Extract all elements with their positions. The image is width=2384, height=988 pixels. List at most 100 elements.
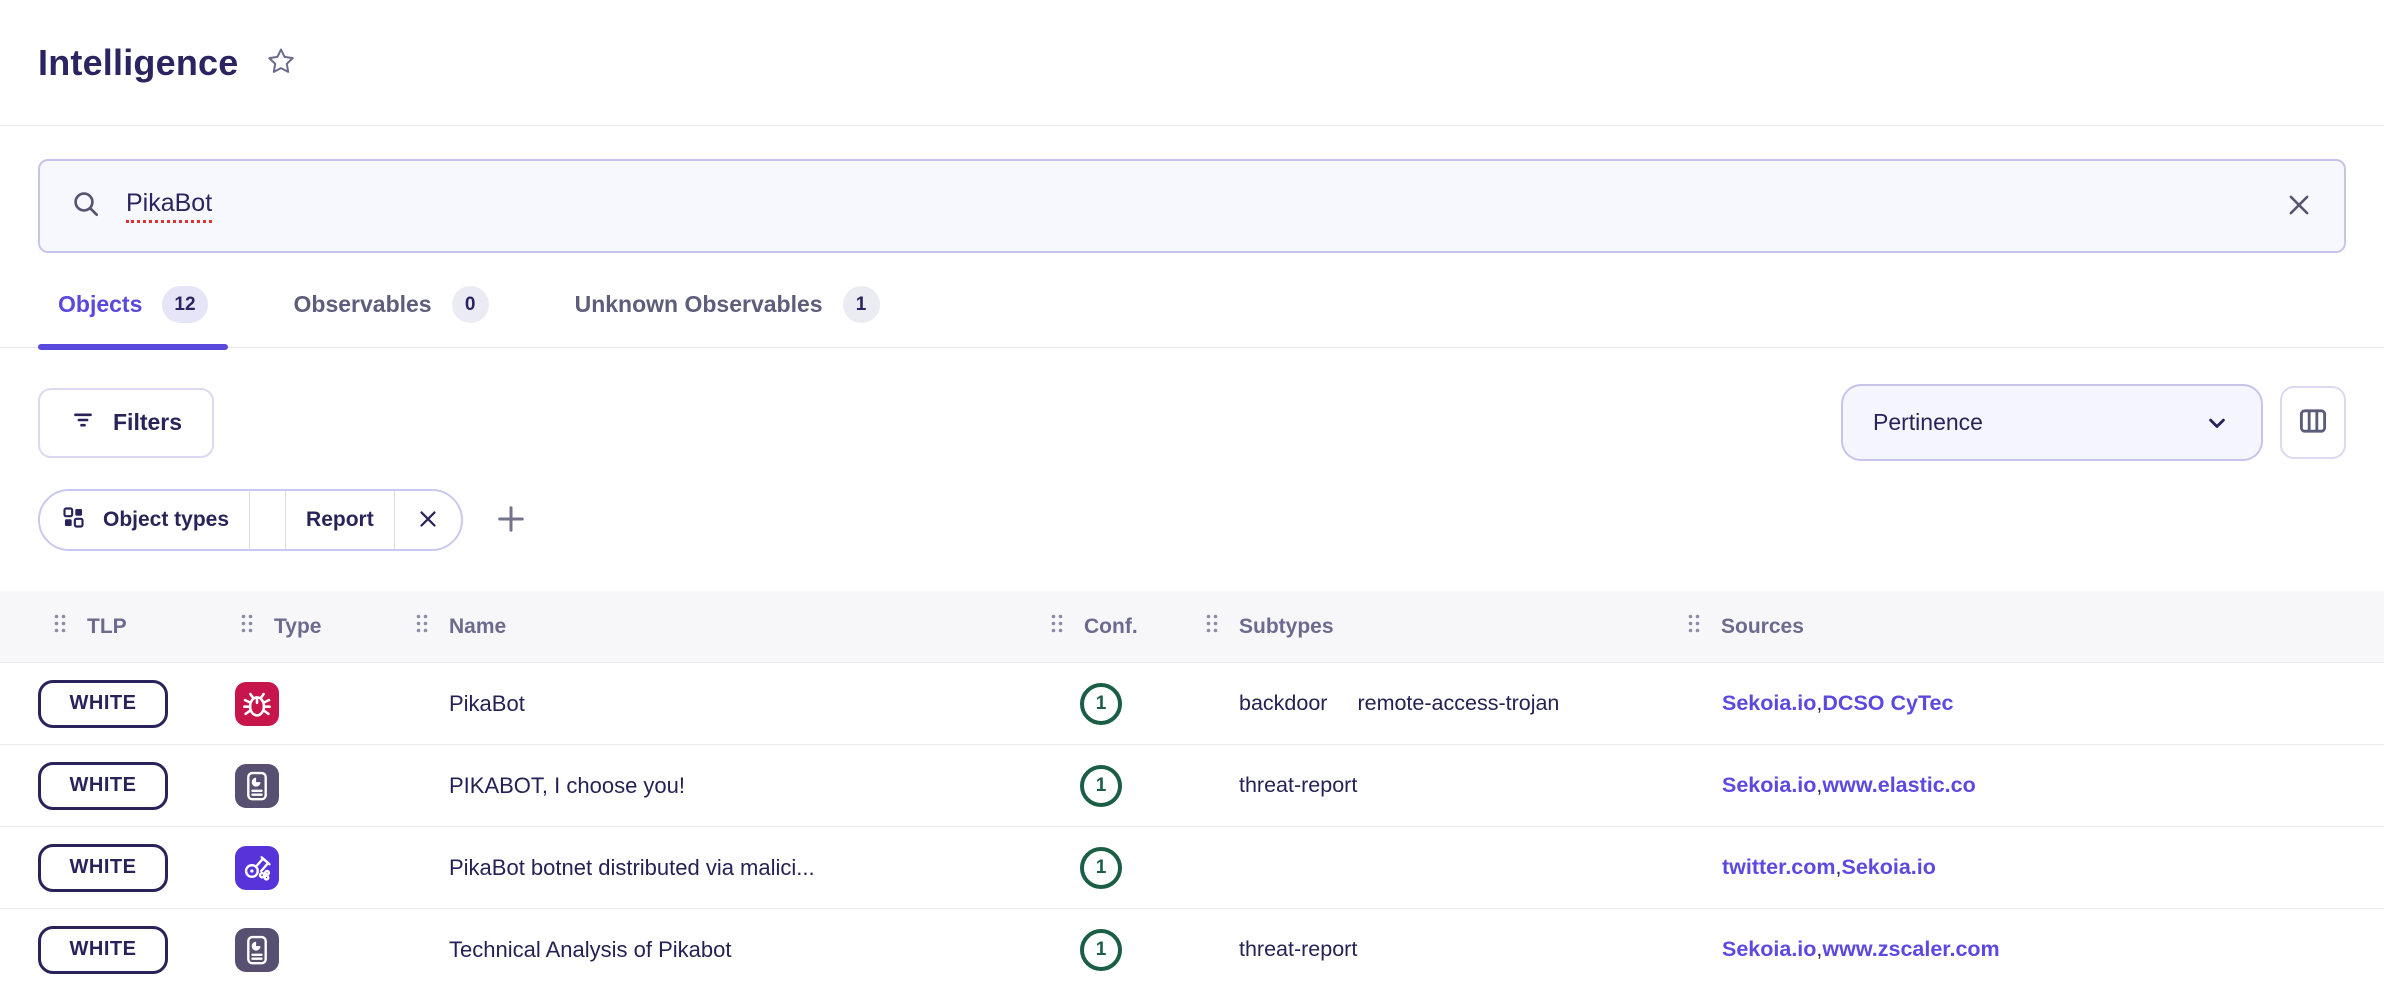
column-label: Conf. <box>1084 615 1138 639</box>
column-label: Type <box>274 615 321 639</box>
source-link[interactable]: twitter.com <box>1722 855 1836 880</box>
tlp-cell: WHITE <box>38 926 225 974</box>
remove-filter-button[interactable] <box>394 491 461 549</box>
active-filters-row: Object types Report <box>0 489 2384 551</box>
search-section: PikaBot <box>0 126 2384 253</box>
table-row[interactable]: WHITE PikaBot botnet distributed via mali… <box>0 827 2384 909</box>
columns-settings-button[interactable] <box>2280 386 2346 459</box>
confidence-badge: 1 <box>1080 847 1122 889</box>
tlp-badge: WHITE <box>38 680 168 728</box>
object-name[interactable]: Technical Analysis of Pikabot <box>400 937 1035 963</box>
filters-label: Filters <box>113 409 182 436</box>
column-header-subtypes[interactable]: Subtypes <box>1190 613 1672 640</box>
type-cell <box>225 928 400 972</box>
add-filter-button[interactable] <box>493 501 529 540</box>
table-row[interactable]: WHITE PikaBot 1 backdoorremote-access-troja… <box>0 663 2384 745</box>
tab-label: Objects <box>58 291 142 318</box>
x-icon <box>415 506 441 535</box>
source-link[interactable]: DCSO CyTec <box>1822 691 1953 716</box>
confidence-badge: 1 <box>1080 765 1122 807</box>
source-link[interactable]: www.elastic.co <box>1822 773 1975 798</box>
tlp-cell: WHITE <box>38 680 225 728</box>
source-link[interactable]: Sekoia.io <box>1841 855 1935 880</box>
tab-label: Observables <box>294 291 432 318</box>
subtypes-cell: backdoorremote-access-trojan <box>1190 691 1672 716</box>
type-cell <box>225 846 400 890</box>
sources-cell: Sekoia.io, www.elastic.co <box>1672 773 2346 798</box>
filter-chip-category[interactable]: Object types <box>40 491 249 549</box>
subtype-label: threat-report <box>1239 773 1357 798</box>
favorite-button[interactable] <box>266 46 296 79</box>
columns-icon <box>2296 404 2330 441</box>
drag-dots-icon[interactable] <box>1205 613 1219 640</box>
source-link[interactable]: Sekoia.io <box>1722 937 1816 962</box>
malware-icon <box>235 682 279 726</box>
filters-button[interactable]: Filters <box>38 388 214 458</box>
column-header-conf[interactable]: Conf. <box>1035 613 1190 640</box>
filter-chip-category-label: Object types <box>103 508 229 532</box>
report-icon <box>235 764 279 808</box>
tab-objects[interactable]: Objects 12 <box>38 280 228 347</box>
sort-select[interactable]: Pertinence <box>1841 384 2263 461</box>
subtype-label: remote-access-trojan <box>1357 691 1559 716</box>
star-icon <box>266 46 296 79</box>
column-label: TLP <box>87 615 127 639</box>
subtype-label: threat-report <box>1239 937 1357 962</box>
drag-dots-icon[interactable] <box>415 613 429 640</box>
source-link[interactable]: Sekoia.io <box>1722 691 1816 716</box>
confidence-cell: 1 <box>1035 847 1190 889</box>
sources-cell: twitter.com, Sekoia.io <box>1672 855 2346 880</box>
subtypes-cell: threat-report <box>1190 773 1672 798</box>
confidence-cell: 1 <box>1035 765 1190 807</box>
source-link[interactable]: www.zscaler.com <box>1822 937 1999 962</box>
plus-icon <box>493 501 529 540</box>
grid-icon <box>60 504 87 537</box>
type-cell <box>225 764 400 808</box>
tlp-cell: WHITE <box>38 844 225 892</box>
type-cell <box>225 682 400 726</box>
search-value[interactable]: PikaBot <box>126 189 212 223</box>
search-icon <box>70 188 102 225</box>
tab-count-badge: 12 <box>162 286 207 323</box>
filter-chip-value-label: Report <box>306 508 374 532</box>
drag-dots-icon[interactable] <box>1687 613 1701 640</box>
object-name[interactable]: PikaBot <box>400 691 1035 717</box>
filter-chip-value[interactable]: Report <box>285 491 394 549</box>
drag-dots-icon[interactable] <box>1050 613 1064 640</box>
results-tabs: Objects 12 Observables 0 Unknown Observa… <box>0 280 2384 348</box>
tlp-cell: WHITE <box>38 762 225 810</box>
column-header-sources[interactable]: Sources <box>1672 613 2346 640</box>
object-name[interactable]: PikaBot botnet distributed via malici... <box>400 855 1035 881</box>
page-title: Intelligence <box>38 42 238 84</box>
tab-count-badge: 1 <box>843 286 880 323</box>
filter-chip-operator <box>249 491 285 549</box>
sort-value: Pertinence <box>1873 409 1983 436</box>
confidence-cell: 1 <box>1035 683 1190 725</box>
sources-cell: Sekoia.io, DCSO CyTec <box>1672 691 2346 716</box>
campaign-icon <box>235 846 279 890</box>
clear-search-button[interactable] <box>2284 190 2314 223</box>
confidence-badge: 1 <box>1080 683 1122 725</box>
table-body: WHITE PikaBot 1 backdoorremote-access-troja… <box>0 663 2384 988</box>
search-input[interactable]: PikaBot <box>38 159 2346 253</box>
column-header-tlp[interactable]: TLP <box>38 613 225 640</box>
sources-cell: Sekoia.io, www.zscaler.com <box>1672 937 2346 962</box>
table-header-row: TLP Type Name Conf. Subtypes Sources <box>0 591 2384 663</box>
column-label: Sources <box>1721 615 1804 639</box>
column-header-type[interactable]: Type <box>225 613 400 640</box>
tab-count-badge: 0 <box>452 286 489 323</box>
x-icon <box>2284 190 2314 223</box>
source-link[interactable]: Sekoia.io <box>1722 773 1816 798</box>
tab-observables[interactable]: Observables 0 <box>274 280 509 347</box>
subtypes-cell: threat-report <box>1190 937 1672 962</box>
object-name[interactable]: PIKABOT, I choose you! <box>400 773 1035 799</box>
results-table: TLP Type Name Conf. Subtypes Sources WHITE Pik… <box>0 591 2384 988</box>
filter-chip-object-types: Object types Report <box>38 489 463 551</box>
table-row[interactable]: WHITE PIKABOT, I choose you! 1 threat-repor… <box>0 745 2384 827</box>
drag-dots-icon[interactable] <box>53 613 67 640</box>
report-icon <box>235 928 279 972</box>
drag-dots-icon[interactable] <box>240 613 254 640</box>
tab-unknown-observables[interactable]: Unknown Observables 1 <box>555 280 900 347</box>
column-header-name[interactable]: Name <box>400 613 1035 640</box>
table-row[interactable]: WHITETechnical Analysis of Pikabot1threa… <box>0 909 2384 988</box>
